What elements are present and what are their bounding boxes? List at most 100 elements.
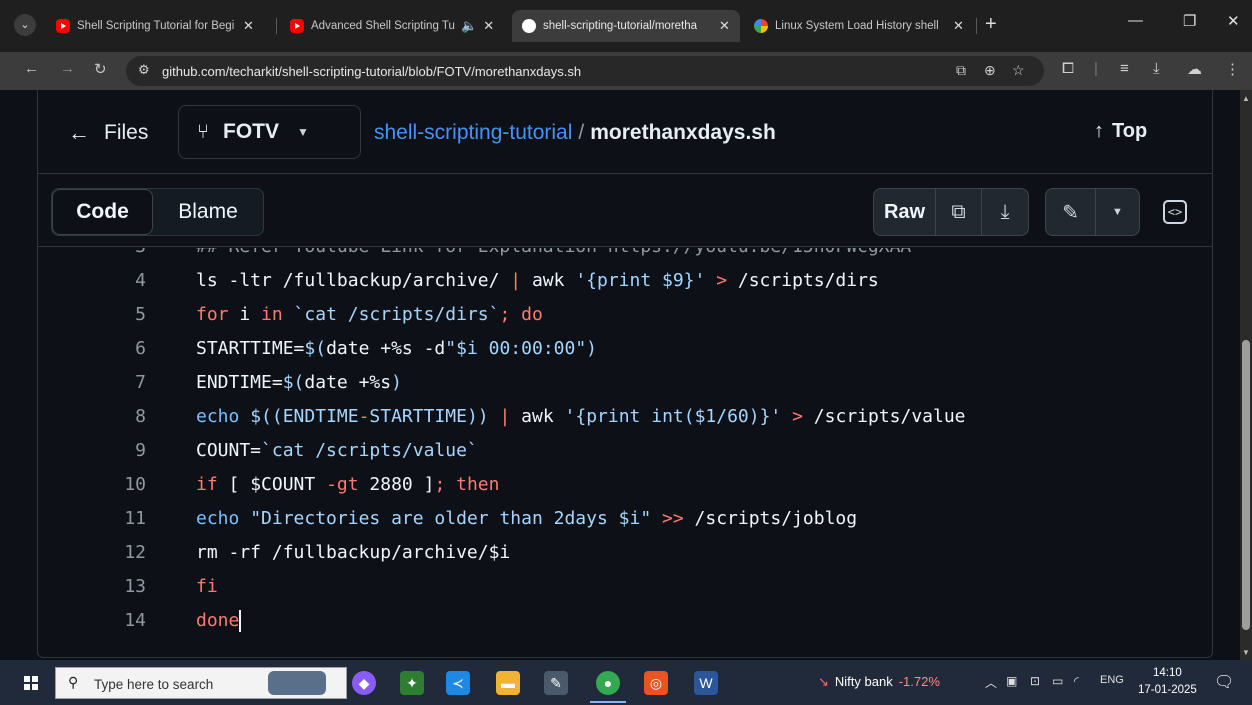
close-icon[interactable]: ✕: [719, 18, 730, 34]
tab-divider: [976, 18, 977, 34]
url-text[interactable]: github.com/techarkit/shell-scripting-tut…: [162, 64, 581, 79]
tab-title: Shell Scripting Tutorial for Begi: [77, 20, 235, 32]
download-icon[interactable]: ⤓: [1153, 60, 1160, 77]
browser-tab-4[interactable]: Linux System Load History shell ✕: [744, 12, 974, 40]
forward-icon[interactable]: →: [60, 60, 75, 77]
pencil-icon[interactable]: ✎: [1046, 189, 1096, 235]
line-number: 7: [135, 372, 146, 393]
stock-change: -1.72%: [898, 674, 940, 689]
download-icon[interactable]: ⤓: [982, 189, 1028, 235]
close-icon[interactable]: ✕: [483, 18, 494, 34]
page-scrollbar[interactable]: ▲ ▼: [1240, 90, 1252, 660]
browser-tab-2[interactable]: Advanced Shell Scripting Tu 🔈 ✕: [280, 12, 504, 40]
tab-search-button[interactable]: ⌄: [14, 14, 36, 36]
line-number: 3: [98, 248, 146, 264]
stock-widget[interactable]: ↘ Nifty bank -1.72%: [818, 674, 940, 690]
copilot-icon[interactable]: ◆: [352, 671, 376, 695]
copy-icon[interactable]: ⧉: [936, 189, 982, 235]
code-line: 14 done: [38, 604, 1212, 638]
bookmark-star-icon[interactable]: ☆: [1012, 62, 1025, 79]
chrome-icon[interactable]: ●: [590, 671, 626, 703]
close-icon[interactable]: ✕: [243, 18, 254, 34]
restore-icon[interactable]: ❐: [1183, 12, 1196, 30]
wifi-icon[interactable]: ◜: [1074, 674, 1079, 688]
minimize-icon[interactable]: —: [1128, 12, 1143, 29]
tray-app-icon[interactable]: ▣: [1006, 674, 1017, 688]
line-number: 14: [124, 610, 146, 631]
line-source: if [ $COUNT -gt 2880 ]; then: [196, 474, 500, 495]
raw-button[interactable]: Raw: [874, 189, 936, 235]
code-line: 9 COUNT=`cat /scripts/value`: [38, 434, 1212, 468]
line-source: fi: [196, 576, 218, 597]
address-bar[interactable]: ⚙ github.com/techarkit/shell-scripting-t…: [126, 56, 1044, 86]
clock[interactable]: 14:10 17-01-2025: [1138, 665, 1197, 699]
browser-tab-bar: ⌄ Shell Scripting Tutorial for Begi ✕ Ad…: [0, 0, 1252, 52]
code-toolbar: Code Blame Raw ⧉ ⤓ ✎ ▼ <>: [38, 175, 1212, 247]
symbols-panel-button[interactable]: <>: [1150, 188, 1200, 236]
line-number: 9: [135, 440, 146, 461]
paint-icon[interactable]: ✎: [544, 671, 568, 695]
close-icon[interactable]: ✕: [953, 18, 964, 34]
code-area[interactable]: 3 ## Refer Youtube Link for Explanation …: [38, 248, 1212, 658]
line-number: 5: [135, 304, 146, 325]
chevron-up-icon[interactable]: ︿: [985, 674, 997, 691]
line-source: STARTTIME=$(date +%s -d"$i 00:00:00"): [196, 338, 598, 359]
branch-name: FOTV: [223, 120, 279, 143]
scroll-up-icon[interactable]: ▲: [1242, 94, 1250, 103]
clock-date: 17-01-2025: [1138, 684, 1197, 696]
tab-title: Advanced Shell Scripting Tu: [311, 20, 455, 32]
line-number: 12: [124, 542, 146, 563]
network-icon[interactable]: ⊡: [1030, 674, 1040, 688]
file-explorer-icon[interactable]: ▬: [496, 671, 520, 695]
line-source: echo $((ENDTIME-STARTTIME)) | awk '{prin…: [196, 406, 966, 427]
tab-code[interactable]: Code: [52, 189, 153, 235]
line-source: ls -ltr /fullbackup/archive/ | awk '{pri…: [196, 270, 879, 291]
zoom-icon[interactable]: ⊕: [984, 62, 996, 79]
youtube-icon: [56, 19, 70, 33]
file-viewer-card: ← Files ⑂ FOTV ▼ shell-scripting-tutoria…: [37, 90, 1213, 658]
top-button[interactable]: ↑ Top: [1094, 120, 1147, 143]
vscode-icon[interactable]: ≺: [446, 671, 470, 695]
language-indicator[interactable]: ENG: [1100, 674, 1124, 686]
search-highlight-image[interactable]: [268, 671, 326, 695]
text-cursor: [239, 610, 242, 632]
code-line: 6 STARTTIME=$(date +%s -d"$i 00:00:00"): [38, 332, 1212, 366]
close-window-icon[interactable]: ✕: [1227, 12, 1240, 30]
chevron-down-icon[interactable]: ▼: [1096, 189, 1139, 235]
extensions-icon[interactable]: ⧠: [1062, 60, 1074, 77]
site-settings-icon[interactable]: ⚙: [138, 62, 150, 78]
breadcrumb-separator: /: [578, 121, 585, 144]
notification-icon[interactable]: 🗨: [1214, 672, 1234, 692]
browser-tab-1[interactable]: Shell Scripting Tutorial for Begi ✕: [46, 12, 264, 40]
reading-list-icon[interactable]: ≡: [1120, 60, 1129, 77]
profile-avatar-icon[interactable]: ☁: [1187, 60, 1202, 78]
open-in-app-icon[interactable]: ⧉: [956, 62, 966, 79]
scroll-down-icon[interactable]: ▼: [1242, 648, 1250, 657]
browser-tab-3-active[interactable]: shell-scripting-tutorial/moretha ✕: [512, 10, 740, 42]
new-tab-button[interactable]: +: [985, 13, 997, 36]
back-icon[interactable]: ←: [24, 60, 39, 77]
windows-start-icon[interactable]: [24, 676, 38, 690]
files-button[interactable]: ← Files: [68, 120, 148, 146]
arrow-up-icon: ↑: [1094, 120, 1104, 142]
line-number: 8: [135, 406, 146, 427]
menu-kebab-icon[interactable]: ⋮: [1225, 60, 1240, 78]
code-line: 7 ENDTIME=$(date +%s): [38, 366, 1212, 400]
audio-icon[interactable]: 🔈: [461, 18, 477, 34]
line-number: 13: [124, 576, 146, 597]
repo-link[interactable]: shell-scripting-tutorial: [374, 121, 572, 144]
tab-blame[interactable]: Blame: [153, 189, 263, 235]
scrollbar-thumb[interactable]: [1242, 340, 1250, 630]
battery-icon[interactable]: ▭: [1052, 674, 1063, 688]
line-source: echo "Directories are older than 2days $…: [196, 508, 858, 529]
files-label: Files: [104, 121, 149, 144]
word-icon[interactable]: W: [694, 671, 718, 695]
reload-icon[interactable]: ↻: [94, 60, 107, 78]
line-source: rm -rf /fullbackup/archive/$i: [196, 542, 511, 563]
cursor-app-icon[interactable]: ✦: [400, 671, 424, 695]
github-icon: [522, 19, 536, 33]
raw-copy-download-group: Raw ⧉ ⤓: [873, 188, 1029, 236]
code-line: 12 rm -rf /fullbackup/archive/$i: [38, 536, 1212, 570]
ubuntu-icon[interactable]: ◎: [644, 671, 668, 695]
branch-selector[interactable]: ⑂ FOTV ▼: [178, 105, 361, 159]
